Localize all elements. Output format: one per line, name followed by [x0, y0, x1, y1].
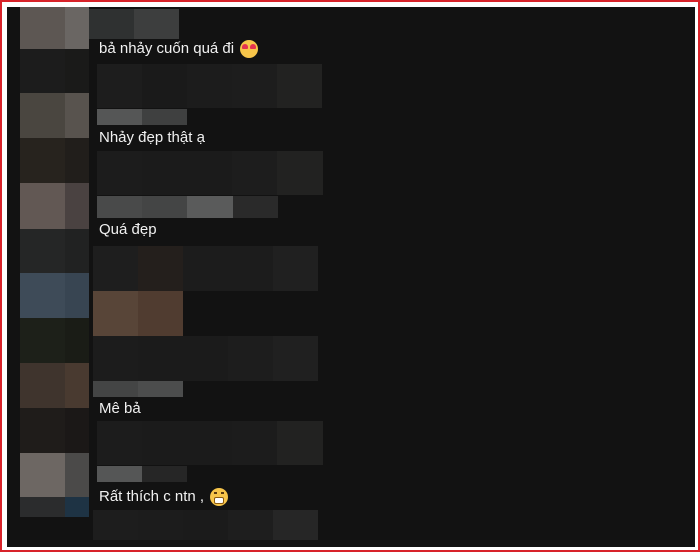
comment-text: Mê bả [99, 399, 141, 419]
comment-body: bả nhảy cuốn quá đi [99, 40, 235, 57]
comment-feed: bả nhảy cuốn quá đi Nhảy đẹp thật ạ Quá … [7, 7, 695, 547]
grinning-face-icon [210, 488, 229, 506]
comment-text: bả nhảy cuốn quá đi [99, 39, 259, 59]
comment-text: Rất thích c ntn , [99, 487, 229, 507]
smiling-face-with-hearts-icon [240, 40, 259, 58]
comment-body: Mê bả [99, 400, 141, 417]
comment-text: Nhảy đẹp thật ạ [99, 128, 205, 148]
screenshot-frame: bả nhảy cuốn quá đi Nhảy đẹp thật ạ Quá … [0, 0, 700, 552]
comment-body: Quá đẹp [99, 221, 157, 238]
comment-text: Quá đẹp [99, 220, 157, 240]
comment-body: Rất thích c ntn , [99, 488, 205, 505]
comment-body: Nhảy đẹp thật ạ [99, 129, 205, 146]
